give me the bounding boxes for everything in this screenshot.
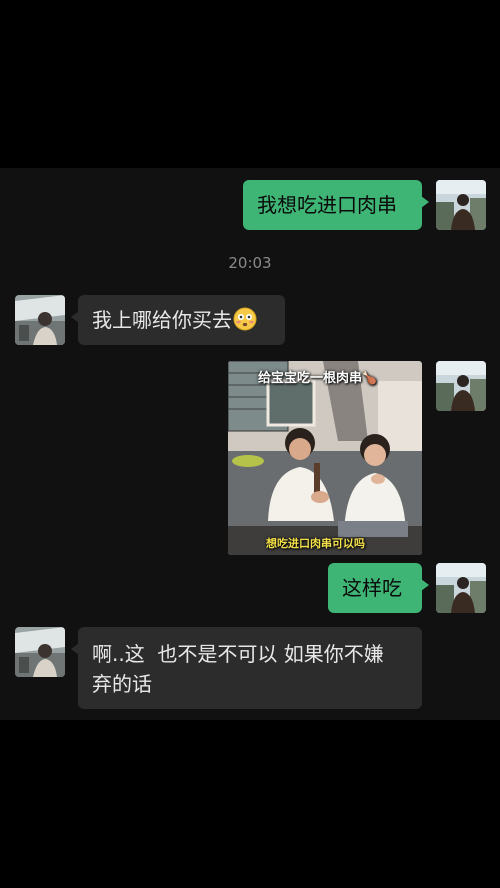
flushed-face-icon: [233, 307, 257, 331]
contact-avatar[interactable]: [15, 627, 65, 677]
photo-scene: [228, 361, 422, 555]
my-avatar[interactable]: [436, 361, 486, 411]
message-image[interactable]: 给宝宝吃一根肉串🍗 想吃进口肉串可以吗: [228, 361, 422, 555]
message-bubble-sent[interactable]: 我想吃进口肉串: [243, 180, 429, 230]
message-text-line: 啊..这 也不是不可以 如果你不嫌: [92, 642, 384, 666]
message-text-line: 弃的话: [92, 672, 152, 696]
contact-avatar[interactable]: [15, 295, 65, 345]
image-caption-top: 给宝宝吃一根肉串🍗: [258, 371, 377, 386]
message-text: 我上哪给你买去: [92, 308, 232, 332]
image-caption-bottom: 想吃进口肉串可以吗: [266, 537, 365, 550]
my-avatar[interactable]: [436, 180, 486, 230]
message-bubble-sent[interactable]: 这样吃: [328, 563, 429, 613]
my-avatar[interactable]: [436, 563, 486, 613]
message-bubble-received[interactable]: 啊..这 也不是不可以 如果你不嫌 弃的话: [71, 627, 422, 709]
drumstick-icon: 🍗: [362, 371, 377, 385]
message-timestamp: 20:03: [228, 254, 272, 272]
message-bubble-received[interactable]: 我上哪给你买去: [71, 295, 285, 345]
